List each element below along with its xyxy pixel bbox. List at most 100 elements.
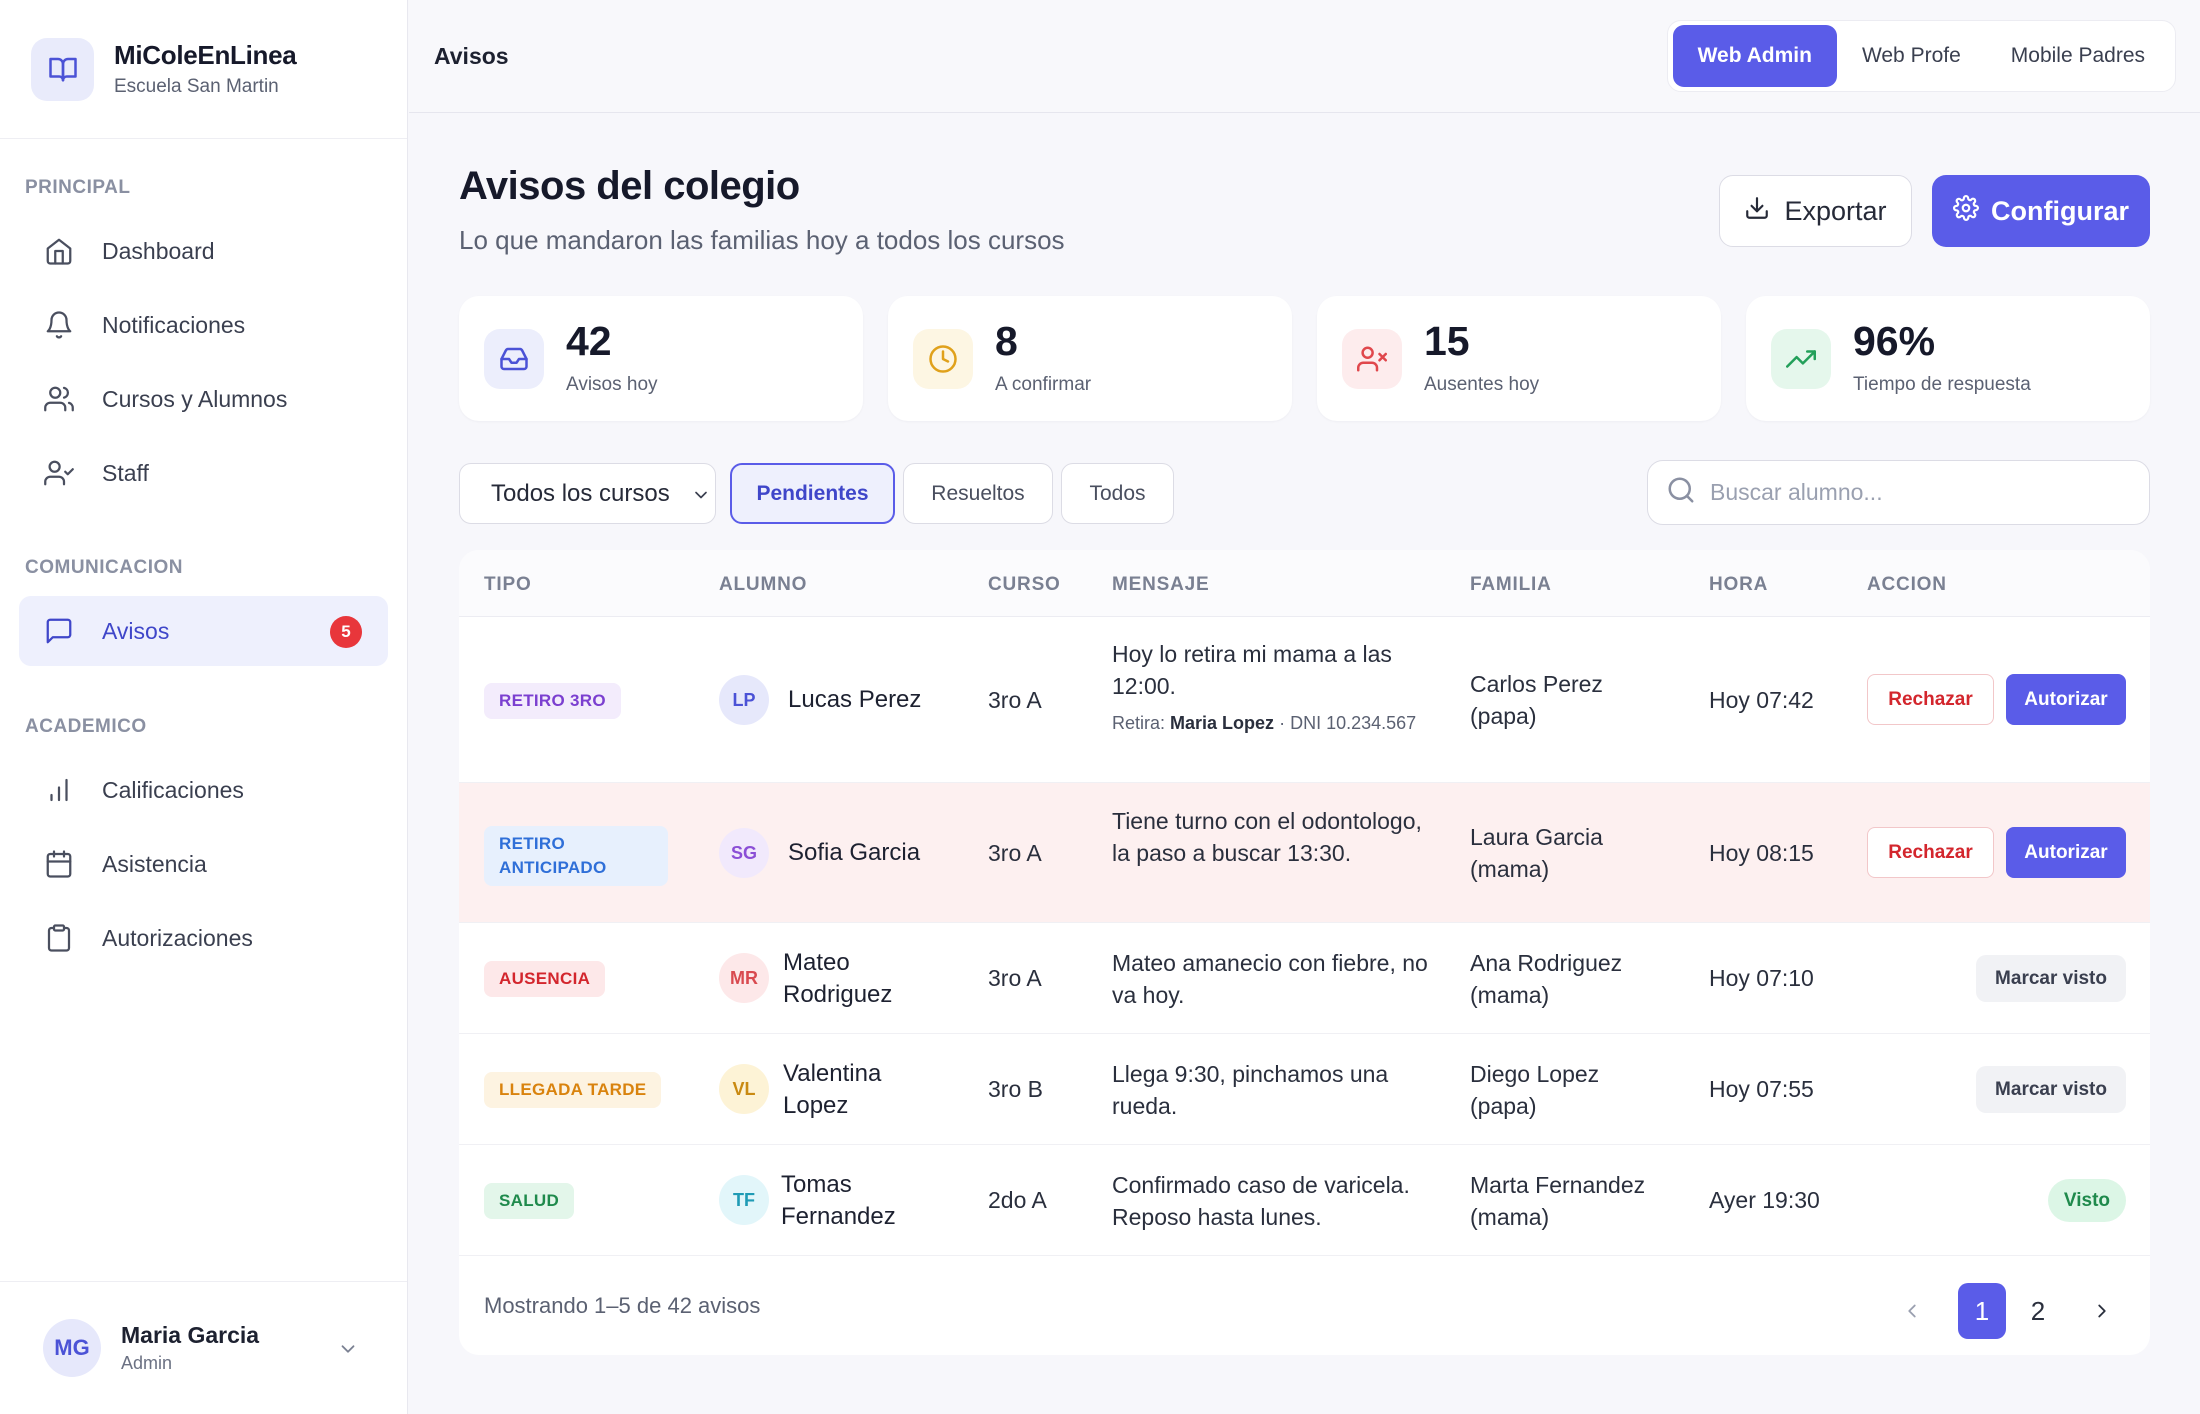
section-title-principal: PRINCIPAL — [25, 177, 131, 198]
message-text: Hoy lo retira mi mama a las 12:00. — [1112, 641, 1392, 699]
mark-seen-button[interactable]: Marcar visto — [1976, 1066, 2126, 1113]
table-row[interactable]: RETIRO 3RO LP Lucas Perez 3ro A Hoy lo r… — [459, 617, 2150, 783]
school-name: Escuela San Martin — [114, 76, 279, 97]
search-input[interactable] — [1710, 479, 2130, 506]
reject-button[interactable]: Rechazar — [1867, 827, 1994, 878]
search-box — [1647, 460, 2150, 525]
type-badge: AUSENCIA — [484, 961, 606, 997]
user-role: Admin — [121, 1353, 173, 1373]
student-name: Valentina Lopez — [783, 1060, 882, 1119]
family-cell: Ana Rodriguez (mama) — [1470, 950, 1623, 1008]
type-badge: RETIRO ANTICIPADO — [484, 826, 668, 886]
export-button[interactable]: Exportar — [1719, 175, 1912, 247]
course-select[interactable]: Todos los cursos — [459, 463, 716, 524]
bell-icon — [42, 308, 76, 342]
avatar: TF — [719, 1175, 769, 1225]
sidebar-item-label: Calificaciones — [102, 776, 244, 803]
course-cell: 3ro A — [988, 840, 1042, 866]
type-badge: RETIRO 3RO — [484, 683, 621, 719]
users-icon — [42, 382, 76, 416]
stat-label: A confirmar — [995, 374, 1092, 395]
sidebar-item-cursos[interactable]: Cursos y Alumnos — [19, 364, 388, 434]
gear-icon — [1953, 194, 1991, 228]
chevron-down-icon[interactable] — [337, 1338, 359, 1365]
mark-seen-button[interactable]: Marcar visto — [1976, 955, 2126, 1002]
reject-button[interactable]: Rechazar — [1867, 674, 1994, 725]
stat-card-ausentes: 15 Ausentes hoy — [1317, 296, 1721, 421]
sidebar-item-dashboard[interactable]: Dashboard — [19, 216, 388, 286]
view-web-admin[interactable]: Web Admin — [1672, 25, 1837, 87]
column-header-familia: FAMILIA — [1470, 574, 1552, 595]
next-page-button[interactable] — [2078, 1283, 2126, 1339]
message-cell: Tiene turno con el odontologo, la paso a… — [1112, 808, 1422, 866]
sidebar-item-staff[interactable]: Staff — [19, 438, 388, 508]
sidebar-item-avisos[interactable]: Avisos 5 — [19, 596, 388, 666]
stat-value: 96% — [1853, 318, 1936, 364]
time-cell: Hoy 07:10 — [1709, 965, 1814, 991]
pickup-dni: · DNI 10.234.567 — [1279, 713, 1417, 733]
student-name: Sofia Garcia — [788, 839, 921, 866]
section-title-academico: ACADEMICO — [25, 716, 147, 737]
filter-resueltos[interactable]: Resueltos — [903, 463, 1053, 524]
filter-pendientes[interactable]: Pendientes — [730, 463, 895, 524]
sidebar-item-label: Staff — [102, 459, 149, 486]
sidebar-item-label: Cursos y Alumnos — [102, 385, 288, 412]
family-cell: Laura Garcia (mama) — [1470, 824, 1603, 882]
sidebar-item-label: Autorizaciones — [102, 924, 253, 951]
message-icon — [42, 614, 76, 648]
pickup-note-prefix: Retira: — [1112, 713, 1166, 733]
sidebar-item-notificaciones[interactable]: Notificaciones — [19, 290, 388, 360]
sidebar-item-autorizaciones[interactable]: Autorizaciones — [19, 903, 388, 973]
student-name: Lucas Perez — [788, 686, 922, 713]
course-cell: 3ro B — [988, 1076, 1043, 1102]
family-cell: Diego Lopez (papa) — [1470, 1061, 1600, 1119]
seen-status-badge: Visto — [2047, 1179, 2126, 1222]
user-name: Maria Garcia — [121, 1322, 260, 1348]
page-button-1[interactable]: 1 — [1958, 1283, 2006, 1339]
book-logo-icon — [31, 37, 94, 101]
column-header-curso: CURSO — [988, 574, 1061, 595]
view-mobile-padres[interactable]: Mobile Padres — [1986, 25, 2170, 87]
column-header-alumno: ALUMNO — [719, 574, 808, 595]
stat-value: 15 — [1424, 318, 1470, 364]
course-cell: 2do A — [988, 1187, 1047, 1213]
table-row[interactable]: SALUD TF Tomas Fernandez 2do A Confirmad… — [459, 1145, 2150, 1256]
page-button-2[interactable]: 2 — [2014, 1283, 2062, 1339]
column-header-mensaje: MENSAJE — [1112, 574, 1210, 595]
stat-label: Avisos hoy — [566, 374, 658, 395]
user-menu[interactable]: MG Maria Garcia Admin — [0, 1281, 407, 1414]
configure-label: Configurar — [1991, 195, 2129, 226]
stat-card-avisos: 42 Avisos hoy — [459, 296, 863, 421]
pagination-summary: Mostrando 1–5 de 42 avisos — [484, 1293, 761, 1318]
previous-page-button[interactable] — [1888, 1283, 1936, 1339]
type-badge: LLEGADA TARDE — [484, 1072, 662, 1108]
view-switcher: Web Admin Web Profe Mobile Padres — [1666, 20, 2176, 92]
authorize-button[interactable]: Autorizar — [2006, 674, 2126, 725]
unread-count-badge: 5 — [330, 616, 362, 648]
sidebar: MiColeEnLinea Escuela San Martin PRINCIP… — [0, 0, 408, 1414]
course-cell: 3ro A — [988, 965, 1042, 991]
avatar: SG — [719, 828, 769, 878]
filter-todos[interactable]: Todos — [1061, 463, 1174, 524]
message-cell: Llega 9:30, pinchamos una rueda. — [1112, 1061, 1389, 1119]
topbar: Avisos Web Admin Web Profe Mobile Padres — [409, 0, 2200, 113]
table-row[interactable]: LLEGADA TARDE VL Valentina Lopez 3ro B L… — [459, 1034, 2150, 1145]
table-header: TIPO ALUMNO CURSO MENSAJE FAMILIA HORA A… — [459, 550, 2150, 617]
student-name: Tomas Fernandez — [781, 1171, 896, 1230]
authorize-button[interactable]: Autorizar — [2006, 827, 2126, 878]
avatar: MR — [719, 953, 769, 1003]
stat-card-respuesta: 96% Tiempo de respuesta — [1746, 296, 2150, 421]
home-icon — [42, 234, 76, 268]
configure-button[interactable]: Configurar — [1932, 175, 2150, 247]
page-subtitle: Lo que mandaron las familias hoy a todos… — [459, 225, 1065, 255]
table-row[interactable]: RETIRO ANTICIPADO SG Sofia Garcia 3ro A … — [459, 783, 2150, 923]
stat-label: Tiempo de respuesta — [1853, 374, 2031, 395]
view-web-profe[interactable]: Web Profe — [1837, 25, 1986, 87]
table-row[interactable]: AUSENCIA MR Mateo Rodriguez 3ro A Mateo … — [459, 923, 2150, 1034]
family-cell: Marta Fernandez (mama) — [1470, 1172, 1646, 1230]
stat-label: Ausentes hoy — [1424, 374, 1540, 395]
sidebar-item-calificaciones[interactable]: Calificaciones — [19, 755, 388, 825]
avatar: VL — [719, 1064, 769, 1114]
sidebar-item-asistencia[interactable]: Asistencia — [19, 829, 388, 899]
pickup-note: Retira: Maria Lopez · DNI 10.234.567 — [1112, 710, 1432, 736]
